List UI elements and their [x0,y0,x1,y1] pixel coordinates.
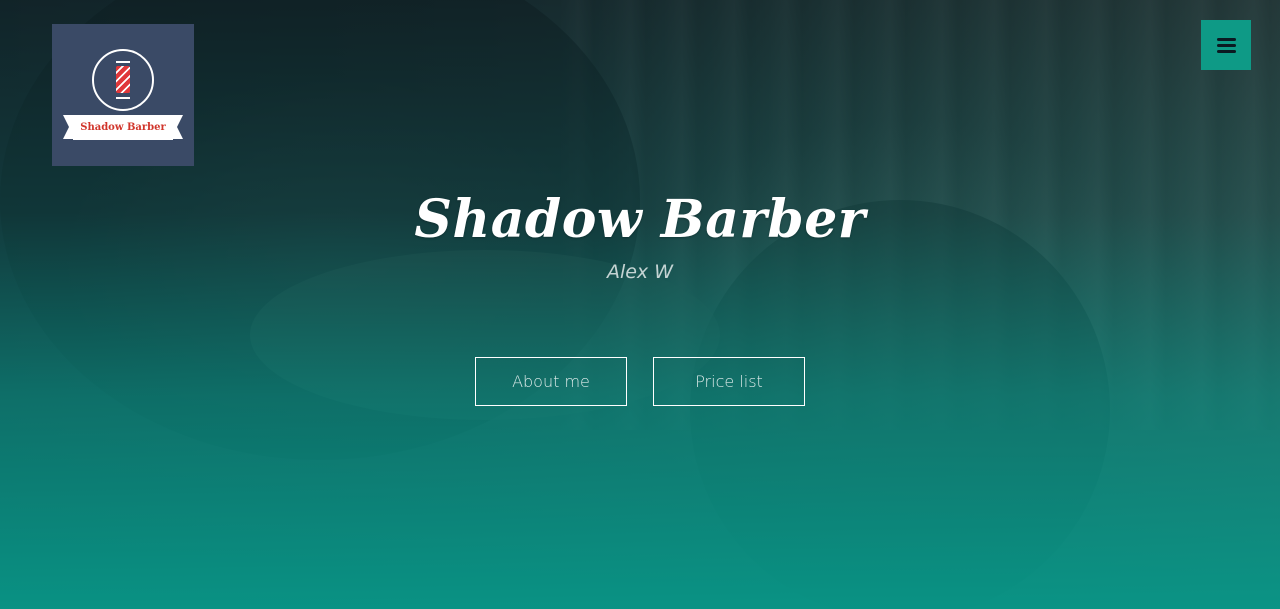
site-logo[interactable]: Shadow Barber [52,24,194,166]
price-list-button[interactable]: Price list [653,357,805,406]
barber-pole-icon [92,49,154,111]
hero-title: Shadow Barber [414,189,866,250]
about-me-button[interactable]: About me [475,357,627,406]
logo-ribbon-text: Shadow Barber [63,115,183,140]
menu-button[interactable] [1201,20,1251,70]
hero-subtitle: Alex W [606,261,674,283]
